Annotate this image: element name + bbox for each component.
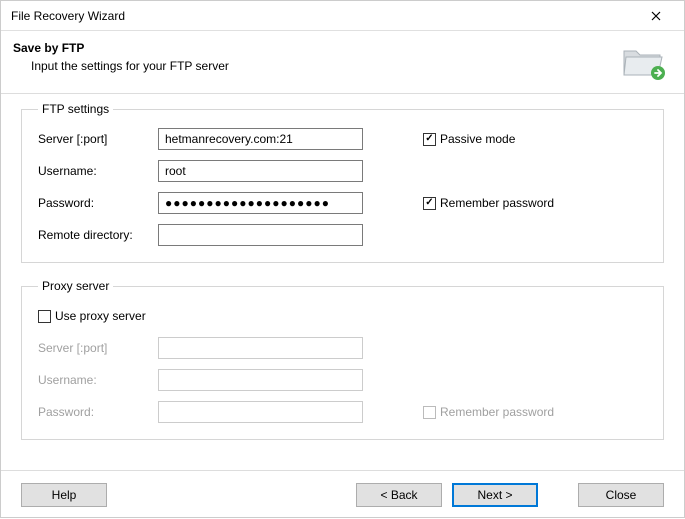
- ftp-settings-group: FTP settings Server [:port] Passive mode…: [21, 102, 664, 263]
- proxy-username-input: [158, 369, 363, 391]
- close-icon[interactable]: [636, 2, 676, 30]
- proxy-remember-label: Remember password: [440, 405, 554, 419]
- window-title: File Recovery Wizard: [11, 9, 125, 23]
- help-button[interactable]: Help: [21, 483, 107, 507]
- next-button[interactable]: Next >: [452, 483, 538, 507]
- ftp-remotedir-label: Remote directory:: [38, 228, 158, 242]
- passive-mode-label[interactable]: Passive mode: [440, 132, 515, 146]
- proxy-password-input: [158, 401, 363, 423]
- titlebar: File Recovery Wizard: [1, 1, 684, 31]
- proxy-settings-legend: Proxy server: [38, 279, 113, 293]
- ftp-username-label: Username:: [38, 164, 158, 178]
- back-button[interactable]: < Back: [356, 483, 442, 507]
- page-subtitle: Input the settings for your FTP server: [13, 59, 620, 73]
- proxy-username-label: Username:: [38, 373, 158, 387]
- ftp-username-input[interactable]: [158, 160, 363, 182]
- header: Save by FTP Input the settings for your …: [1, 31, 684, 93]
- proxy-server-input: [158, 337, 363, 359]
- close-button[interactable]: Close: [578, 483, 664, 507]
- remember-password-label[interactable]: Remember password: [440, 196, 554, 210]
- proxy-password-label: Password:: [38, 405, 158, 419]
- folder-ftp-icon: [620, 41, 668, 81]
- button-bar: Help < Back Next > Close: [1, 471, 684, 519]
- proxy-remember-checkbox: [423, 406, 436, 419]
- ftp-settings-legend: FTP settings: [38, 102, 113, 116]
- main-area: FTP settings Server [:port] Passive mode…: [1, 93, 684, 471]
- ftp-server-input[interactable]: [158, 128, 363, 150]
- proxy-settings-group: Proxy server Use proxy server Server [:p…: [21, 279, 664, 440]
- remember-password-checkbox[interactable]: [423, 197, 436, 210]
- use-proxy-label[interactable]: Use proxy server: [55, 309, 146, 323]
- page-title: Save by FTP: [13, 41, 620, 55]
- proxy-server-label: Server [:port]: [38, 341, 158, 355]
- passive-mode-checkbox[interactable]: [423, 133, 436, 146]
- use-proxy-checkbox[interactable]: [38, 310, 51, 323]
- ftp-remotedir-input[interactable]: [158, 224, 363, 246]
- ftp-server-label: Server [:port]: [38, 132, 158, 146]
- ftp-password-label: Password:: [38, 196, 158, 210]
- ftp-password-input[interactable]: [158, 192, 363, 214]
